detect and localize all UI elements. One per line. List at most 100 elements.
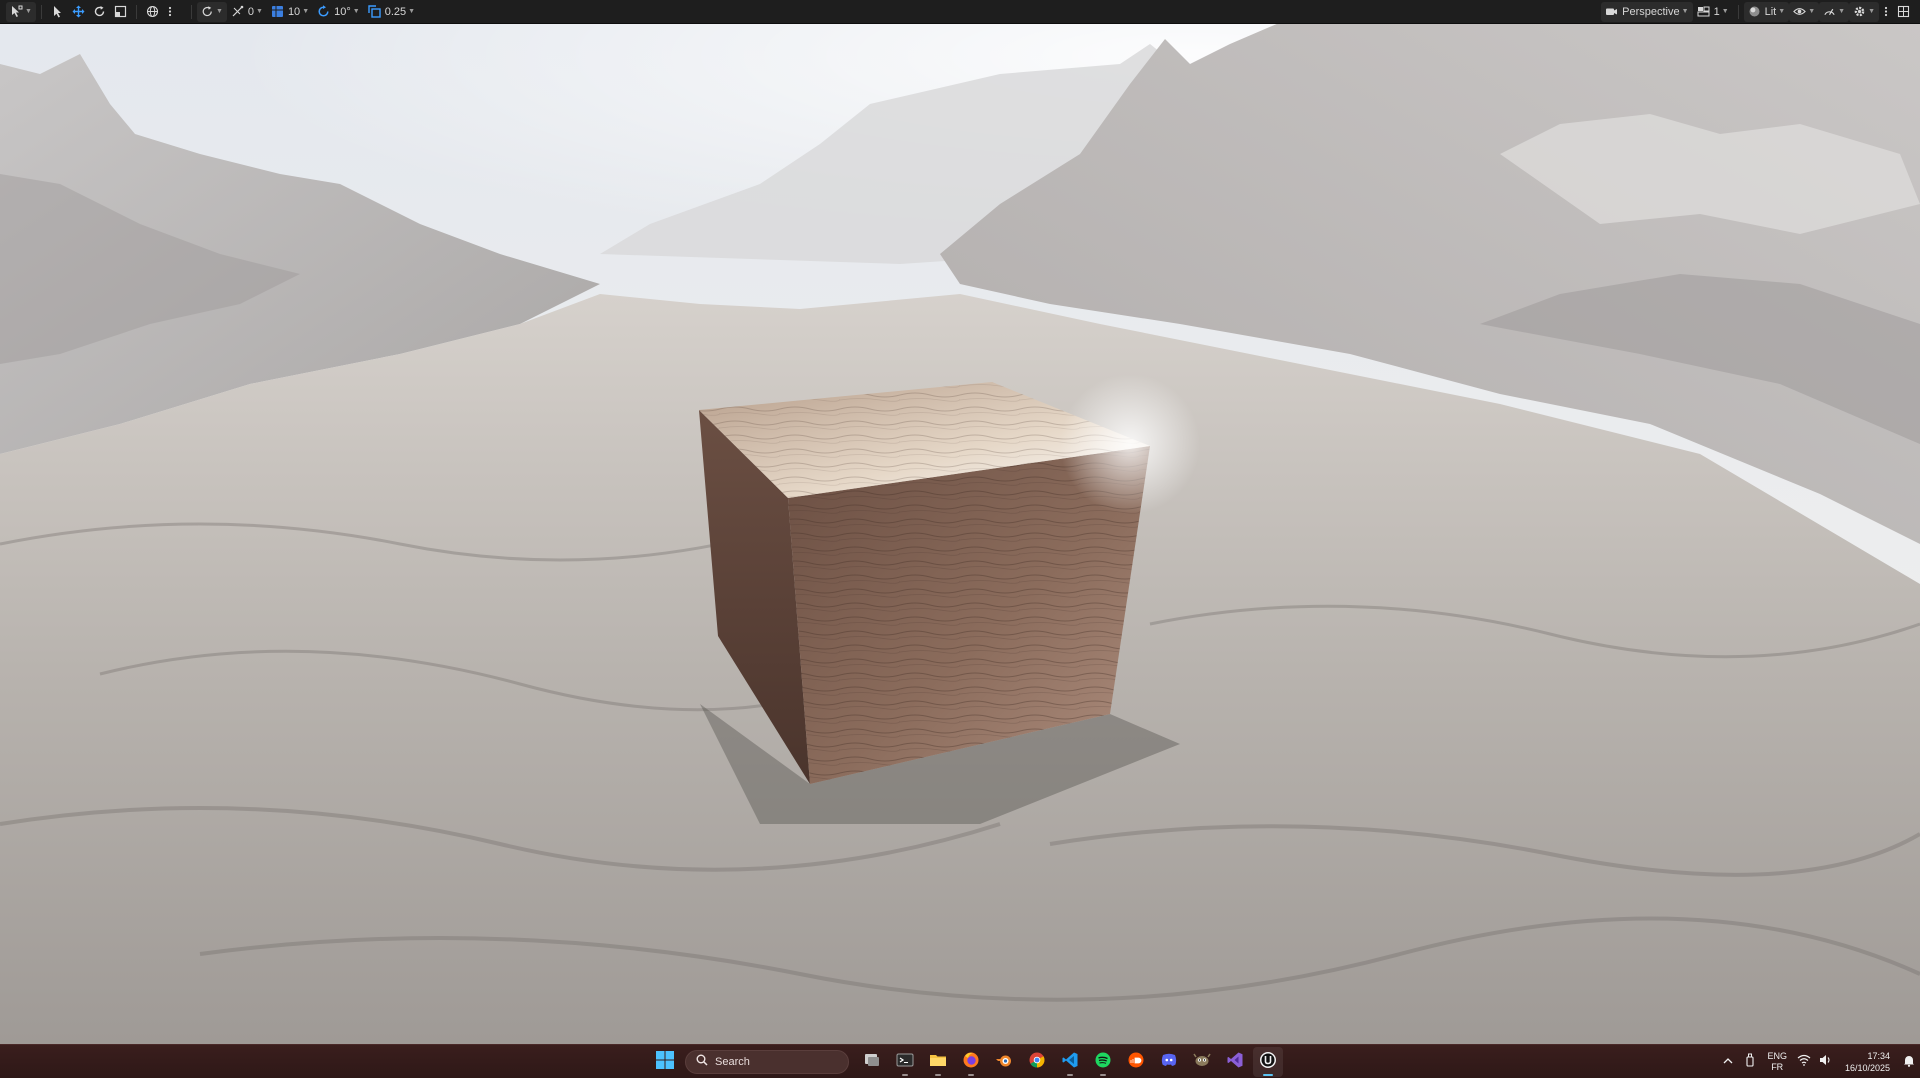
toolbar-right-group: Perspective ▼ 1 ▼ Lit ▼ ▼ ▼ ▼ (1601, 0, 1920, 24)
firefox-icon (962, 1051, 980, 1072)
soundcloud-icon (1127, 1051, 1145, 1072)
layout-icon (1697, 5, 1710, 18)
performance-button[interactable]: ▼ (1819, 1, 1850, 22)
vertex-snap-icon (231, 5, 244, 18)
view-mode-button[interactable]: Lit ▼ (1743, 1, 1790, 22)
gear-icon (1853, 5, 1866, 18)
taskbar-search[interactable]: Search (685, 1049, 849, 1074)
volume-button[interactable] (1815, 1047, 1837, 1077)
running-indicator (901, 1073, 908, 1076)
chevron-down-icon: ▼ (1838, 8, 1846, 15)
rotation-snap-button[interactable]: 10° ▼ (313, 2, 364, 22)
system-tray: ENG FR 17:34 16/10/2025 (1717, 1045, 1920, 1078)
surface-snap-button[interactable]: ▼ (196, 1, 227, 22)
scale-snap-value: 0.25 (384, 5, 407, 18)
gimp-icon (1192, 1051, 1211, 1072)
rotate-tool-button[interactable] (89, 2, 110, 22)
firefox-button[interactable] (956, 1047, 986, 1077)
network-button[interactable] (1793, 1047, 1815, 1077)
rotation-snap-icon (317, 5, 330, 18)
vertex-snap-value: 0 (247, 5, 254, 18)
perspective-label: Perspective (1622, 5, 1680, 18)
gauge-icon (1823, 5, 1836, 18)
terminal-icon (896, 1051, 914, 1072)
chevron-down-icon: ▼ (1868, 8, 1875, 15)
chevron-down-icon: ▼ (1721, 8, 1729, 15)
world-local-button[interactable] (142, 2, 163, 22)
running-indicator (1099, 1073, 1106, 1076)
grid-snap-icon (271, 5, 284, 18)
chevron-down-icon: ▼ (256, 8, 263, 15)
running-indicator (1066, 1073, 1073, 1076)
usb-drive-icon (1745, 1053, 1755, 1070)
gimp-button[interactable] (1187, 1047, 1217, 1077)
task-view-button[interactable] (857, 1047, 887, 1077)
blender-button[interactable] (989, 1047, 1019, 1077)
sun-highlight (1060, 374, 1200, 514)
soundcloud-button[interactable] (1121, 1047, 1151, 1077)
start-button[interactable] (650, 1047, 680, 1077)
vertex-snap-button[interactable]: 0 ▼ (227, 2, 267, 22)
search-icon (696, 1054, 708, 1069)
viewport-settings-button[interactable]: ▼ (1849, 1, 1879, 22)
search-placeholder: Search (715, 1055, 750, 1068)
running-indicator (1262, 1073, 1273, 1076)
viewport-layout-button[interactable]: 1 ▼ (1693, 2, 1733, 22)
grid-snap-button[interactable]: 10 ▼ (267, 2, 313, 22)
kebab-icon (167, 5, 173, 18)
spotify-button[interactable] (1088, 1047, 1118, 1077)
visual-studio-icon (1226, 1051, 1244, 1072)
clock-date: 16/10/2025 (1844, 1062, 1890, 1073)
chevron-down-icon: ▼ (1681, 8, 1689, 15)
show-flags-button[interactable]: ▼ (1789, 1, 1820, 22)
viewport-options-button[interactable] (1879, 2, 1893, 22)
file-explorer-button[interactable] (923, 1047, 953, 1077)
select-mode-button[interactable]: ▼ (6, 1, 36, 22)
chevron-down-icon: ▼ (352, 8, 360, 15)
speaker-icon (1819, 1054, 1833, 1069)
kebab-icon (1883, 5, 1889, 18)
chevron-down-icon: ▼ (1808, 8, 1816, 15)
perspective-button[interactable]: Perspective ▼ (1601, 1, 1693, 22)
show-hidden-icons-button[interactable] (1717, 1047, 1739, 1077)
chevron-down-icon: ▼ (25, 8, 32, 15)
discord-icon (1160, 1051, 1178, 1072)
viewport-maximize-button[interactable] (1893, 2, 1914, 22)
usb-device-button[interactable] (1739, 1047, 1761, 1077)
rotate-icon (93, 5, 106, 18)
chevron-down-icon: ▼ (215, 8, 223, 15)
select-mode-icon (10, 5, 23, 18)
notifications-button[interactable] (1898, 1047, 1920, 1077)
clock-button[interactable]: 17:34 16/10/2025 (1845, 1050, 1890, 1074)
chevron-down-icon: ▼ (1778, 8, 1786, 15)
scale-snap-button[interactable]: 0.25 ▼ (364, 2, 419, 22)
input-language-button[interactable]: ENG FR (1767, 1051, 1787, 1073)
windows-logo-icon (655, 1051, 674, 1072)
language-secondary: FR (1771, 1061, 1784, 1072)
running-indicator (967, 1073, 974, 1076)
bell-icon (1903, 1054, 1915, 1070)
toolbar-divider (40, 4, 42, 19)
select-tool-button[interactable] (47, 2, 68, 22)
terminal-button[interactable] (890, 1047, 920, 1077)
more-options-button[interactable] (163, 2, 177, 22)
chevron-down-icon: ▼ (408, 8, 416, 15)
visual-studio-button[interactable] (1220, 1047, 1250, 1077)
toolbar-left-group: ▼ ▼ 0 ▼ 10 ▼ 10° ▼ 0.25 ▼ (0, 0, 419, 24)
eye-icon (1793, 5, 1807, 18)
unreal-engine-button[interactable] (1252, 1046, 1283, 1077)
grid-snap-value: 10 (287, 5, 301, 18)
surface-snap-icon (201, 5, 214, 18)
move-tool-button[interactable] (68, 2, 89, 22)
chevron-down-icon: ▼ (302, 8, 310, 15)
windows-taskbar: Search ENG FR 17:34 16/10/2025 (0, 1044, 1920, 1078)
vscode-button[interactable] (1055, 1047, 1085, 1077)
level-viewport[interactable] (0, 24, 1920, 1044)
scale-tool-button[interactable] (110, 2, 131, 22)
lit-sphere-icon (1748, 5, 1761, 18)
chrome-button[interactable] (1022, 1047, 1052, 1077)
toolbar-divider (190, 4, 192, 19)
rotation-snap-value: 10° (334, 5, 351, 18)
vscode-icon (1061, 1051, 1079, 1072)
discord-button[interactable] (1154, 1047, 1184, 1077)
